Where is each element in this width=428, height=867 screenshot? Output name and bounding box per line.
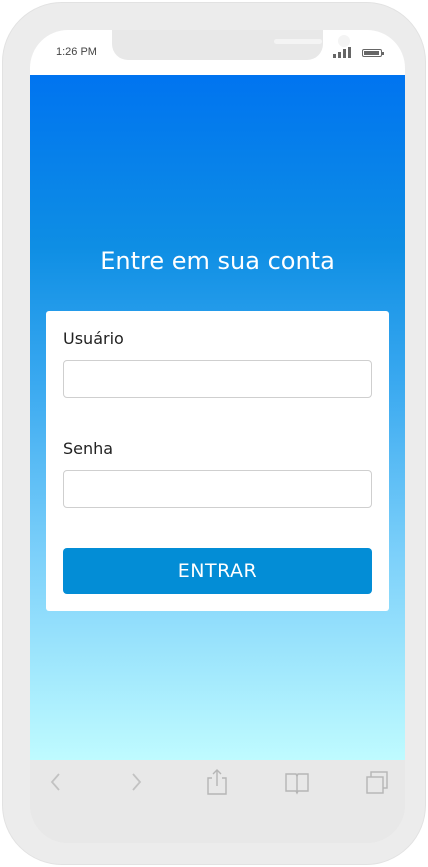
signal-icon: [333, 47, 351, 58]
speaker-grille: [274, 39, 322, 44]
password-input[interactable]: [63, 470, 372, 508]
bookmarks-icon[interactable]: [285, 768, 309, 796]
front-camera: [338, 35, 350, 47]
submit-button[interactable]: ENTRAR: [63, 548, 372, 594]
phone-frame: 1:26 PM Entre em sua conta Usuário Senha…: [2, 2, 426, 865]
username-label: Usuário: [63, 329, 124, 348]
login-screen: Entre em sua conta Usuário Senha ENTRAR: [30, 75, 405, 760]
phone-screen: 1:26 PM Entre em sua conta Usuário Senha…: [30, 30, 405, 843]
status-time: 1:26 PM: [56, 46, 97, 58]
battery-icon: [362, 49, 384, 57]
password-label: Senha: [63, 439, 114, 458]
page-title: Entre em sua conta: [100, 247, 335, 275]
browser-toolbar: [30, 760, 405, 843]
share-icon[interactable]: [205, 768, 229, 796]
phone-notch: [112, 30, 350, 60]
username-input[interactable]: [63, 360, 372, 398]
login-card: Usuário Senha ENTRAR: [46, 311, 389, 611]
tabs-icon[interactable]: [365, 768, 389, 796]
forward-icon[interactable]: [124, 768, 148, 796]
back-icon[interactable]: [44, 768, 68, 796]
status-bar: 1:26 PM: [30, 30, 405, 75]
